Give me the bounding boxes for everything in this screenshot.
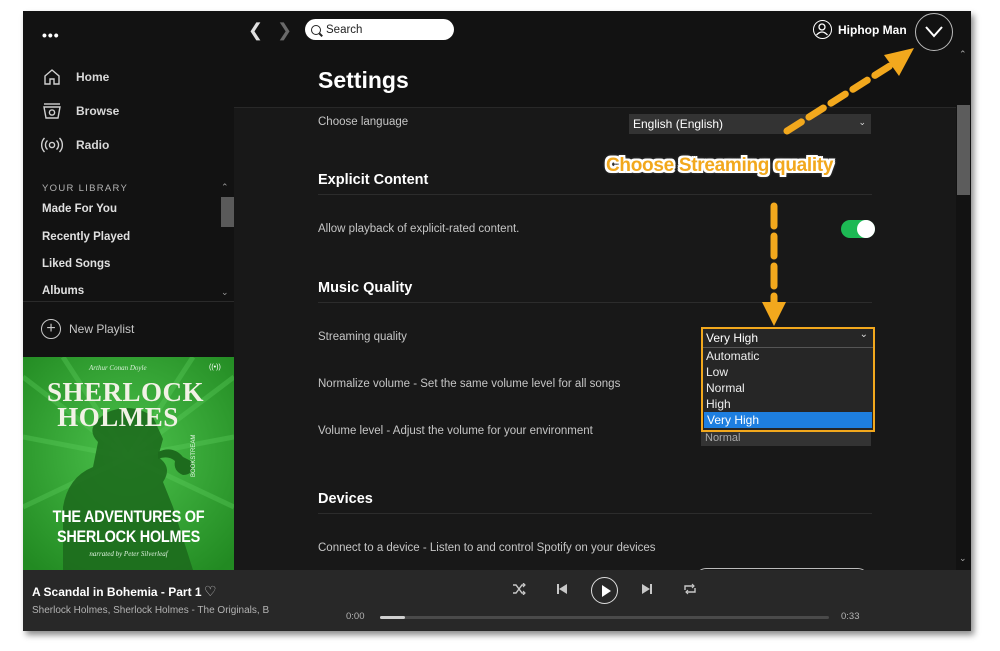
cover-podcast-icon: ((•)) — [209, 364, 221, 371]
cover-author: Arthur Conan Doyle — [89, 364, 147, 372]
progress-fill — [380, 616, 405, 619]
annotation-label: Choose Streaming quality — [606, 155, 834, 176]
streaming-option-normal[interactable]: Normal — [703, 380, 873, 396]
library-heading: YOUR LIBRARY — [42, 183, 129, 194]
language-label: Choose language — [318, 116, 409, 128]
streaming-option-very-high[interactable]: Very High — [704, 412, 872, 428]
sidebar: ••• Home Browse Radio YOUR LIBRARY ⌃ Mad… — [23, 11, 234, 570]
page-title: Settings — [318, 67, 409, 93]
scrollbar-thumb[interactable] — [957, 105, 970, 195]
language-select[interactable]: English (English) ⌄ — [629, 114, 871, 134]
cover-subtitle-line2: SHERLOCK HOLMES — [56, 527, 201, 546]
library-scroll-up-icon[interactable]: ⌃ — [221, 182, 229, 193]
devices-label: Connect to a device - Listen to and cont… — [318, 542, 656, 554]
play-button[interactable] — [591, 577, 618, 604]
play-icon — [601, 584, 611, 597]
streaming-option-low[interactable]: Low — [703, 364, 873, 380]
volume-level-label: Volume level - Adjust the volume for you… — [318, 425, 593, 437]
scroll-down-icon[interactable]: ⌄ — [959, 553, 967, 564]
plus-icon: + — [41, 319, 61, 339]
browse-icon — [41, 100, 63, 122]
track-artists[interactable]: Sherlock Holmes, Sherlock Holmes - The O… — [32, 605, 284, 616]
repeat-icon[interactable] — [683, 583, 697, 598]
sidebar-item-label: Radio — [76, 138, 110, 152]
sidebar-item-browse[interactable]: Browse — [41, 99, 119, 123]
streaming-quality-value: Very High — [706, 331, 759, 345]
user-name: Hiphop Man — [838, 22, 907, 37]
spotify-window: ••• Home Browse Radio YOUR LIBRARY ⌃ Mad… — [23, 11, 971, 631]
previous-track-icon[interactable] — [556, 583, 568, 598]
cover-narrator: narrated by Peter Silverleaf — [89, 550, 168, 558]
player-bar: A Scandal in Bohemia - Part 1 ♡ Sherlock… — [23, 570, 971, 631]
top-bar: ❮ ❯ Search Hiphop Man Settings — [234, 11, 971, 107]
streaming-quality-current[interactable]: Very High ⌄ — [703, 329, 873, 348]
library-scrollbar[interactable] — [221, 197, 234, 227]
toggle-knob — [857, 220, 875, 238]
streaming-option-automatic[interactable]: Automatic — [703, 348, 873, 364]
main-panel: ❮ ❯ Search Hiphop Man Settings Choose la… — [234, 11, 971, 578]
radio-icon — [41, 134, 63, 156]
search-placeholder: Search — [326, 23, 363, 36]
chevron-down-icon: ⌄ — [858, 117, 866, 127]
search-icon — [311, 24, 321, 35]
divider — [318, 513, 872, 514]
chevron-down-icon — [925, 26, 943, 38]
explicit-content-heading: Explicit Content — [318, 172, 429, 188]
cover-publisher: BOOKSTREAM — [191, 434, 197, 477]
search-input[interactable]: Search — [305, 19, 454, 40]
chevron-down-icon: ⌄ — [859, 329, 868, 340]
streaming-quality-label: Streaming quality — [318, 331, 407, 343]
divider — [318, 302, 872, 303]
library-item-liked-songs[interactable]: Liked Songs — [42, 258, 110, 270]
library-item-made-for-you[interactable]: Made For You — [42, 203, 117, 215]
volume-level-select[interactable]: Normal — [701, 430, 871, 446]
explicit-content-toggle[interactable] — [841, 220, 875, 238]
streaming-option-high[interactable]: High — [703, 396, 873, 412]
elapsed-time: 0:00 — [346, 611, 365, 622]
user-icon — [813, 20, 832, 39]
volume-level-value: Normal — [705, 432, 741, 444]
like-heart-icon[interactable]: ♡ — [204, 583, 217, 600]
now-playing-cover-art[interactable]: Arthur Conan Doyle ((•)) SHERLOCK HOLMES… — [23, 357, 234, 570]
forward-button[interactable]: ❯ — [277, 20, 292, 41]
streaming-quality-select[interactable]: Very High ⌄ Automatic Low Normal High Ve… — [701, 327, 875, 432]
home-icon — [41, 66, 63, 88]
explicit-label: Allow playback of explicit-rated content… — [318, 223, 520, 235]
sidebar-item-radio[interactable]: Radio — [41, 133, 109, 157]
cover-subtitle-line1: THE ADVENTURES OF — [52, 507, 205, 526]
library-item-recently-played[interactable]: Recently Played — [42, 231, 130, 243]
new-playlist-label: New Playlist — [69, 322, 135, 336]
library-scroll-down-icon[interactable]: ⌄ — [221, 287, 229, 298]
track-title[interactable]: A Scandal in Bohemia - Part 1 — [32, 585, 202, 599]
devices-heading: Devices — [318, 491, 373, 507]
normalize-volume-label: Normalize volume - Set the same volume l… — [318, 378, 621, 390]
user-menu-dropdown-button[interactable] — [915, 13, 953, 51]
library-item-albums[interactable]: Albums — [42, 285, 84, 297]
playback-progress-bar[interactable] — [380, 616, 829, 619]
sidebar-item-home[interactable]: Home — [41, 65, 109, 89]
app-menu-button[interactable]: ••• — [42, 27, 60, 43]
track-duration: 0:33 — [841, 611, 860, 622]
next-track-icon[interactable] — [641, 583, 653, 598]
divider — [318, 194, 872, 195]
cover-title-line2: HOLMES — [57, 402, 179, 432]
new-playlist-button[interactable]: + New Playlist — [41, 319, 134, 339]
settings-content: Choose language English (English) ⌄ Expl… — [234, 107, 956, 578]
back-button[interactable]: ❮ — [248, 20, 263, 41]
music-quality-heading: Music Quality — [318, 280, 413, 296]
shuffle-icon[interactable] — [512, 582, 526, 598]
sidebar-item-label: Browse — [76, 104, 120, 118]
language-value: English (English) — [633, 117, 724, 131]
scroll-up-icon[interactable]: ⌃ — [959, 49, 967, 60]
sidebar-item-label: Home — [76, 70, 110, 84]
main-scrollbar[interactable]: ⌃ ⌄ — [956, 45, 971, 570]
sidebar-divider — [23, 301, 234, 302]
user-profile-button[interactable]: Hiphop Man — [813, 20, 907, 39]
